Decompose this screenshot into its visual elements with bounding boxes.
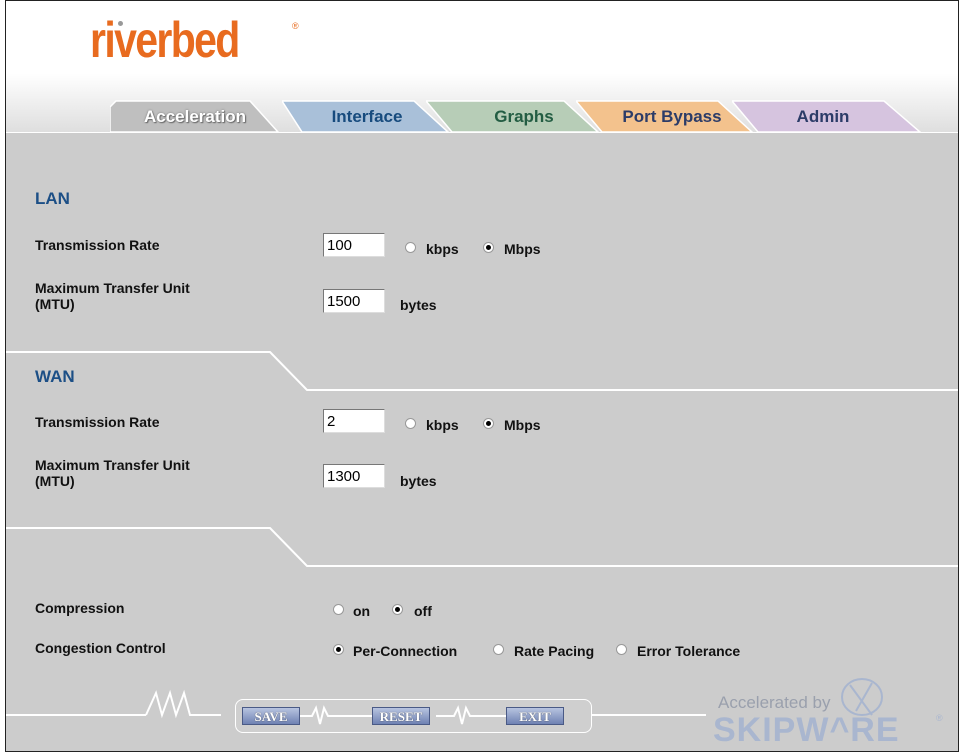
lan-mtu-label-line1: Maximum Transfer Unit <box>35 280 190 296</box>
wan-rate-mbps-label: Mbps <box>504 417 541 433</box>
tab-interface-label: Interface <box>331 107 403 126</box>
tab-admin-label: Admin <box>796 107 850 126</box>
congestion-control-label: Congestion Control <box>35 640 166 656</box>
compression-label: Compression <box>35 600 125 616</box>
compression-off-label: off <box>414 603 432 619</box>
compression-on-radio[interactable] <box>333 604 344 615</box>
lan-mtu-label: Maximum Transfer Unit (MTU) <box>35 280 190 312</box>
skipware-logo: SKIPW^RE <box>713 711 900 749</box>
wan-rate-input[interactable] <box>323 409 385 433</box>
lan-mtu-input[interactable] <box>323 289 385 313</box>
header: riverbed ® Acceleration Interface Graphs… <box>6 1 958 133</box>
compression-on-label: on <box>353 603 371 619</box>
lan-title: LAN <box>35 189 70 208</box>
wan-rate-kbps-label: kbps <box>426 417 459 433</box>
riverbed-logo: riverbed <box>90 12 240 68</box>
tab-admin[interactable]: Admin <box>732 99 922 132</box>
tab-acceleration-label: Acceleration <box>143 107 247 126</box>
lan-rate-kbps-label: kbps <box>426 241 459 257</box>
congestion-per-connection-radio[interactable] <box>333 644 344 655</box>
lan-mtu-label-line2: (MTU) <box>35 296 75 312</box>
congestion-rate-pacing-label: Rate Pacing <box>514 643 595 659</box>
tab-baseline <box>6 132 958 133</box>
skipware-registered: ® <box>936 713 943 723</box>
wan-rate-label: Transmission Rate <box>35 414 160 430</box>
tab-graphs-label: Graphs <box>494 107 554 126</box>
accelerated-by-label: Accelerated by <box>718 693 831 712</box>
tab-acceleration[interactable]: Acceleration <box>110 99 280 132</box>
lan-rate-input[interactable] <box>323 233 385 257</box>
wan-mtu-label-line1: Maximum Transfer Unit <box>35 457 190 473</box>
lan-rate-mbps-radio[interactable] <box>483 242 494 253</box>
congestion-per-connection-label: Per-Connection <box>353 643 458 659</box>
app-frame: riverbed ® Acceleration Interface Graphs… <box>5 0 959 752</box>
save-button[interactable]: SAVE <box>242 707 300 725</box>
section-divider-wan <box>6 351 958 391</box>
tab-port-bypass[interactable]: Port Bypass <box>576 99 756 132</box>
compression-off-radio[interactable] <box>392 604 403 615</box>
wan-rate-mbps-radio[interactable] <box>483 418 494 429</box>
logo-trademark: ® <box>292 21 299 31</box>
congestion-error-tolerance-label: Error Tolerance <box>637 643 741 659</box>
wan-mtu-label-line2: (MTU) <box>35 473 75 489</box>
reset-button[interactable]: RESET <box>372 707 430 725</box>
wan-title: WAN <box>35 367 75 386</box>
lan-rate-kbps-radio[interactable] <box>405 242 416 253</box>
congestion-error-tolerance-radio[interactable] <box>616 644 627 655</box>
lan-rate-label: Transmission Rate <box>35 237 160 253</box>
lan-mtu-unit: bytes <box>400 297 437 313</box>
lan-rate-mbps-label: Mbps <box>504 241 541 257</box>
tab-port-bypass-label: Port Bypass <box>622 107 722 126</box>
wan-mtu-unit: bytes <box>400 473 437 489</box>
section-divider-options <box>6 527 958 567</box>
congestion-rate-pacing-radio[interactable] <box>493 644 504 655</box>
wan-rate-kbps-radio[interactable] <box>405 418 416 429</box>
exit-button[interactable]: EXIT <box>506 707 564 725</box>
wan-mtu-input[interactable] <box>323 464 385 488</box>
wan-mtu-label: Maximum Transfer Unit (MTU) <box>35 457 190 489</box>
